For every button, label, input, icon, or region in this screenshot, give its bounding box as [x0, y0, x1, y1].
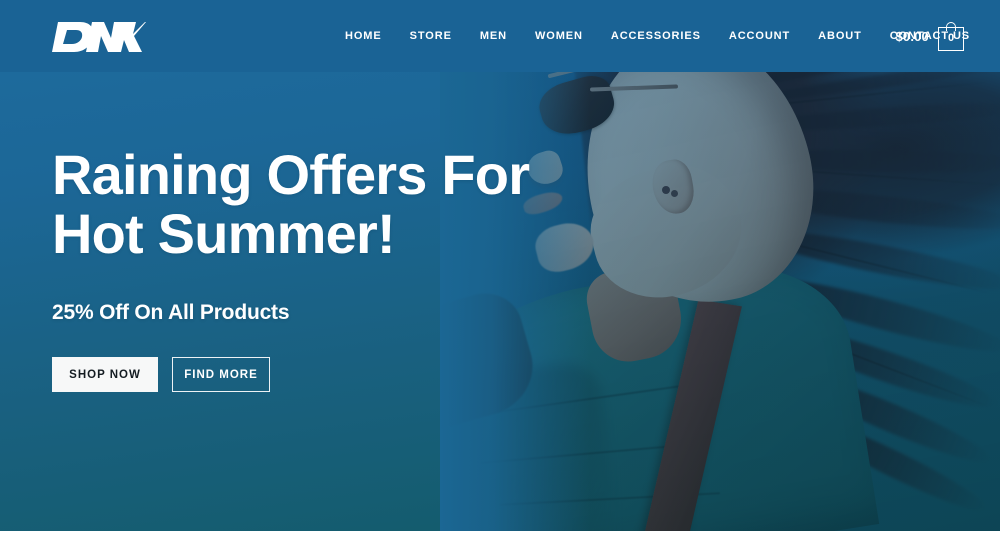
hero-title: Raining Offers For Hot Summer!: [52, 145, 532, 263]
logo-dnk[interactable]: [50, 20, 146, 54]
cart-item-count: 0: [947, 32, 955, 44]
nav-item-home[interactable]: HOME: [345, 30, 396, 42]
nav-item-about[interactable]: ABOUT: [804, 30, 876, 42]
nav-item-accessories[interactable]: ACCESSORIES: [597, 30, 715, 42]
nav-item-women[interactable]: WOMEN: [521, 30, 597, 42]
shopping-bag-icon[interactable]: 0: [938, 21, 964, 51]
site-header: HOME STORE MEN WOMEN ACCESSORIES ACCOUNT…: [0, 0, 1000, 72]
nav-item-account[interactable]: ACCOUNT: [715, 30, 804, 42]
hero-section: Raining Offers For Hot Summer! 25% Off O…: [0, 0, 1000, 531]
hero-title-line-1: Raining Offers For: [52, 143, 530, 206]
hero-title-line-2: Hot Summer!: [52, 202, 396, 265]
cart-area[interactable]: $0.00 0: [895, 0, 964, 72]
dnk-wordmark-icon: [52, 22, 146, 52]
page-bottom-strip: [0, 531, 1000, 559]
main-navigation: HOME STORE MEN WOMEN ACCESSORIES ACCOUNT…: [345, 0, 984, 72]
nav-item-men[interactable]: MEN: [466, 30, 521, 42]
nav-item-store[interactable]: STORE: [396, 30, 466, 42]
shop-now-button[interactable]: SHOP NOW: [52, 357, 158, 392]
page-root: Raining Offers For Hot Summer! 25% Off O…: [0, 0, 1000, 559]
hero-content: Raining Offers For Hot Summer! 25% Off O…: [52, 145, 532, 392]
hero-button-group: SHOP NOW FIND MORE: [52, 357, 532, 392]
hero-subtitle: 25% Off On All Products: [52, 301, 290, 324]
cart-total-price: $0.00: [895, 28, 929, 44]
find-more-button[interactable]: FIND MORE: [172, 357, 270, 392]
